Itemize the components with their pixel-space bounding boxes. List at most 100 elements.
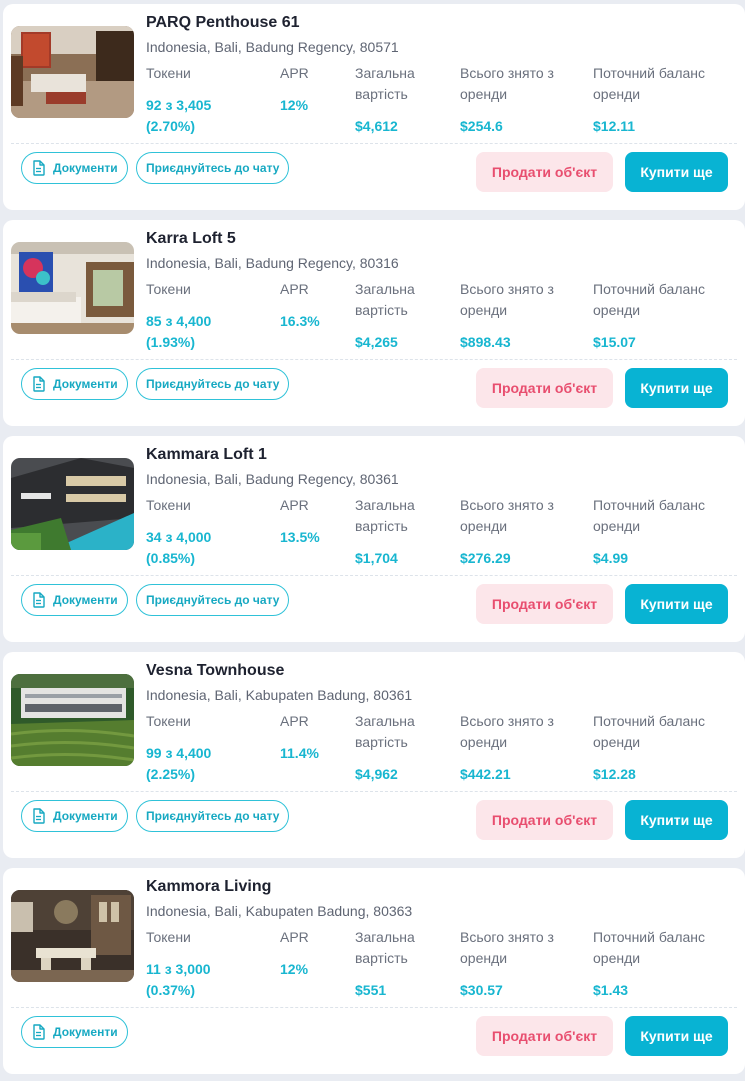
property-address: Indonesia, Bali, Badung Regency, 80361 [146, 471, 399, 487]
balance-value: $15.07 [593, 334, 636, 350]
rent-withdrawn-label-line2: оренди [460, 86, 508, 102]
divider [11, 575, 737, 576]
rent-withdrawn-label: Всього знято з [460, 713, 554, 729]
buy-more-button[interactable]: Купити ще [625, 584, 728, 624]
apr-column: APR 12% [280, 927, 309, 977]
property-card: Karra Loft 5 Indonesia, Bali, Badung Rege… [3, 220, 745, 426]
documents-button-label: Документи [53, 593, 118, 607]
divider [11, 791, 737, 792]
property-image[interactable] [11, 26, 134, 118]
balance-column: Поточний баланс оренди $1.43 [593, 927, 705, 998]
property-title[interactable]: Vesna Townhouse [146, 662, 284, 680]
balance-column: Поточний баланс оренди $12.11 [593, 63, 705, 134]
balance-label: Поточний баланс [593, 281, 705, 297]
total-value: $1,704 [355, 550, 398, 566]
buy-more-label: Купити ще [640, 812, 713, 828]
divider [11, 1007, 737, 1008]
property-card: Kammara Loft 1 Indonesia, Bali, Badung Re… [3, 436, 745, 642]
documents-button[interactable]: Документи [21, 800, 128, 832]
tokens-label: Токени [146, 713, 191, 729]
tokens-column: Токени 11 з 3,000 (0.37%) [146, 927, 211, 998]
buy-more-button[interactable]: Купити ще [625, 1016, 728, 1056]
property-title[interactable]: Kammara Loft 1 [146, 446, 267, 464]
sell-property-label: Продати об'єкт [491, 380, 598, 396]
documents-button[interactable]: Документи [21, 152, 128, 184]
join-chat-button-label: Приєднуйтесь до чату [146, 809, 280, 823]
sell-property-button[interactable]: Продати об'єкт [476, 1016, 613, 1056]
balance-column: Поточний баланс оренди $12.28 [593, 711, 705, 782]
documents-button-label: Документи [53, 1025, 118, 1039]
sell-property-button[interactable]: Продати об'єкт [476, 800, 613, 840]
property-image[interactable] [11, 458, 134, 550]
rent-withdrawn-value: $276.29 [460, 550, 511, 566]
tokens-value: 34 з 4,000 [146, 529, 212, 545]
apr-value: 13.5% [280, 529, 320, 545]
join-chat-button[interactable]: Приєднуйтесь до чату [136, 152, 290, 184]
property-card: Kammora Living Indonesia, Bali, Kabupaten… [3, 868, 745, 1074]
documents-button[interactable]: Документи [21, 1016, 128, 1048]
documents-button[interactable]: Документи [21, 368, 128, 400]
property-image[interactable] [11, 674, 134, 766]
total-value-label-line2: вартість [355, 734, 408, 750]
balance-label-line2: оренди [593, 734, 641, 750]
apr-label: APR [280, 713, 309, 729]
tokens-share: (1.93%) [146, 334, 196, 350]
property-address: Indonesia, Bali, Badung Regency, 80316 [146, 255, 399, 271]
join-chat-button[interactable]: Приєднуйтесь до чату [136, 800, 290, 832]
property-title[interactable]: Kammora Living [146, 878, 271, 896]
balance-label-line2: оренди [593, 518, 641, 534]
property-title[interactable]: Karra Loft 5 [146, 230, 236, 248]
total-value-label-line2: вартість [355, 302, 408, 318]
property-image[interactable] [11, 242, 134, 334]
total-value-label-line2: вартість [355, 950, 408, 966]
tokens-share: (2.70%) [146, 118, 196, 134]
rent-withdrawn-column: Всього знято з оренди $898.43 [460, 279, 554, 350]
apr-label: APR [280, 929, 309, 945]
apr-value: 12% [280, 961, 309, 977]
join-chat-button-label: Приєднуйтесь до чату [146, 377, 280, 391]
rent-withdrawn-label-line2: оренди [460, 302, 508, 318]
total-value-label: Загальна [355, 281, 415, 297]
buy-more-button[interactable]: Купити ще [625, 152, 728, 192]
tokens-label: Токени [146, 929, 191, 945]
apr-value: 11.4% [280, 745, 319, 761]
buy-more-button[interactable]: Купити ще [625, 800, 728, 840]
balance-label-line2: оренди [593, 302, 641, 318]
balance-label: Поточний баланс [593, 65, 705, 81]
balance-column: Поточний баланс оренди $15.07 [593, 279, 705, 350]
balance-value: $12.11 [593, 118, 636, 134]
documents-button[interactable]: Документи [21, 584, 128, 616]
join-chat-button[interactable]: Приєднуйтесь до чату [136, 584, 290, 616]
tokens-column: Токени 92 з 3,405 (2.70%) [146, 63, 211, 134]
tokens-column: Токени 99 з 4,400 (2.25%) [146, 711, 211, 782]
join-chat-button[interactable]: Приєднуйтесь до чату [136, 368, 290, 400]
tokens-share: (0.85%) [146, 550, 196, 566]
rent-withdrawn-column: Всього знято з оренди $254.6 [460, 63, 554, 134]
sell-property-button[interactable]: Продати об'єкт [476, 584, 613, 624]
buy-more-label: Купити ще [640, 596, 713, 612]
rent-withdrawn-value: $442.21 [460, 766, 511, 782]
total-value-column: Загальна вартість $551 [355, 927, 415, 998]
rent-withdrawn-column: Всього знято з оренди $442.21 [460, 711, 554, 782]
apr-column: APR 12% [280, 63, 309, 113]
rent-withdrawn-label: Всього знято з [460, 497, 554, 513]
total-value: $4,265 [355, 334, 398, 350]
total-value-column: Загальна вартість $4,265 [355, 279, 415, 350]
property-image[interactable] [11, 890, 134, 982]
property-title[interactable]: PARQ Penthouse 61 [146, 14, 300, 32]
sell-property-button[interactable]: Продати об'єкт [476, 152, 613, 192]
property-card: PARQ Penthouse 61 Indonesia, Bali, Badung… [3, 4, 745, 210]
apr-value: 12% [280, 97, 309, 113]
divider [11, 143, 737, 144]
sell-property-label: Продати об'єкт [491, 164, 598, 180]
balance-label: Поточний баланс [593, 497, 705, 513]
tokens-label: Токени [146, 497, 191, 513]
total-value-label: Загальна [355, 713, 415, 729]
rent-withdrawn-value: $898.43 [460, 334, 511, 350]
tokens-value: 99 з 4,400 [146, 745, 212, 761]
buy-more-button[interactable]: Купити ще [625, 368, 728, 408]
sell-property-button[interactable]: Продати об'єкт [476, 368, 613, 408]
tokens-column: Токени 85 з 4,400 (1.93%) [146, 279, 211, 350]
property-address: Indonesia, Bali, Kabupaten Badung, 80363 [146, 903, 413, 919]
balance-label: Поточний баланс [593, 713, 705, 729]
